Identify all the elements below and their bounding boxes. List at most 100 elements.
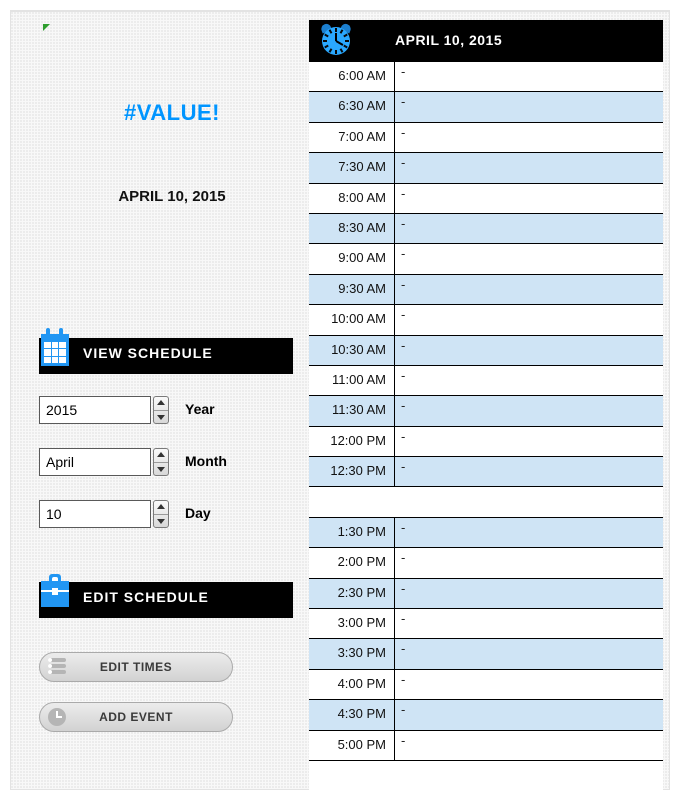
event-cell[interactable]: -	[395, 153, 663, 182]
time-cell: 9:30 AM	[309, 275, 395, 304]
list-icon	[48, 658, 66, 676]
schedule-row[interactable]: 1:30 PM-	[309, 518, 663, 548]
schedule-row[interactable]: 8:00 AM-	[309, 184, 663, 214]
time-cell: 12:30 PM	[309, 457, 395, 486]
schedule-row[interactable]: 6:30 AM-	[309, 92, 663, 122]
schedule-row[interactable]: 2:30 PM-	[309, 579, 663, 609]
day-row: 10 Day	[39, 500, 293, 528]
edit-schedule-label: EDIT SCHEDULE	[83, 589, 209, 605]
schedule-row[interactable]: 4:30 PM-	[309, 700, 663, 730]
event-cell[interactable]: -	[395, 639, 663, 668]
schedule-row[interactable]: 3:30 PM-	[309, 639, 663, 669]
event-cell[interactable]: -	[395, 214, 663, 243]
event-cell[interactable]: -	[395, 457, 663, 486]
event-cell[interactable]: -	[395, 731, 663, 760]
event-cell[interactable]: -	[395, 579, 663, 608]
event-cell[interactable]: -	[395, 366, 663, 395]
schedule-row[interactable]: 9:30 AM-	[309, 275, 663, 305]
schedule-row[interactable]: 8:30 AM-	[309, 214, 663, 244]
time-cell	[309, 487, 395, 516]
schedule-row[interactable]: 7:00 AM-	[309, 123, 663, 153]
time-cell: 3:00 PM	[309, 609, 395, 638]
event-cell[interactable]: -	[395, 427, 663, 456]
calendar-icon	[39, 328, 73, 374]
time-cell: 2:30 PM	[309, 579, 395, 608]
edit-times-label: EDIT TIMES	[100, 660, 172, 674]
schedule-row[interactable]: 6:00 AM-	[309, 62, 663, 92]
alarm-clock-icon	[319, 24, 353, 58]
page: #VALUE! APRIL 10, 2015 VIEW SCHEDULE 201…	[10, 10, 670, 790]
add-event-button[interactable]: ADD EVENT	[39, 702, 233, 732]
schedule-row[interactable]: 3:00 PM-	[309, 609, 663, 639]
month-label: Month	[185, 453, 227, 469]
year-spinner[interactable]	[153, 396, 169, 424]
schedule-row[interactable]: 12:30 PM-	[309, 457, 663, 487]
event-cell[interactable]: -	[395, 609, 663, 638]
schedule-body: 6:00 AM-6:30 AM-7:00 AM-7:30 AM-8:00 AM-…	[309, 62, 663, 761]
time-cell: 10:30 AM	[309, 336, 395, 365]
time-cell: 9:00 AM	[309, 244, 395, 273]
schedule-row[interactable]: 11:00 AM-	[309, 366, 663, 396]
schedule-row[interactable]: 4:00 PM-	[309, 670, 663, 700]
time-cell: 8:30 AM	[309, 214, 395, 243]
event-cell[interactable]: -	[395, 548, 663, 577]
event-cell[interactable]: -	[395, 336, 663, 365]
time-cell: 6:30 AM	[309, 92, 395, 121]
day-input[interactable]: 10	[39, 500, 151, 528]
value-error: #VALUE!	[39, 100, 305, 126]
schedule-row[interactable]: 11:30 AM-	[309, 396, 663, 426]
time-cell: 10:00 AM	[309, 305, 395, 334]
schedule-header: APRIL 10, 2015	[309, 20, 663, 62]
event-cell[interactable]: -	[395, 305, 663, 334]
day-spinner[interactable]	[153, 500, 169, 528]
event-cell[interactable]	[395, 487, 663, 516]
view-schedule-bar[interactable]: VIEW SCHEDULE	[39, 338, 293, 374]
schedule-row[interactable]: 10:00 AM-	[309, 305, 663, 335]
time-cell: 4:30 PM	[309, 700, 395, 729]
time-cell: 11:30 AM	[309, 396, 395, 425]
schedule-row[interactable]: 10:30 AM-	[309, 336, 663, 366]
time-cell: 6:00 AM	[309, 62, 395, 91]
time-cell: 12:00 PM	[309, 427, 395, 456]
year-label: Year	[185, 401, 215, 417]
event-cell[interactable]: -	[395, 184, 663, 213]
clock-small-icon	[48, 708, 66, 726]
time-cell: 8:00 AM	[309, 184, 395, 213]
event-cell[interactable]: -	[395, 92, 663, 121]
time-cell: 5:00 PM	[309, 731, 395, 760]
time-cell: 1:30 PM	[309, 518, 395, 547]
event-cell[interactable]: -	[395, 700, 663, 729]
event-cell[interactable]: -	[395, 518, 663, 547]
month-row: April Month	[39, 448, 293, 476]
schedule-row[interactable]: 7:30 AM-	[309, 153, 663, 183]
edit-times-button[interactable]: EDIT TIMES	[39, 652, 233, 682]
month-input[interactable]: April	[39, 448, 151, 476]
event-cell[interactable]: -	[395, 396, 663, 425]
time-cell: 7:00 AM	[309, 123, 395, 152]
left-panel: #VALUE! APRIL 10, 2015 VIEW SCHEDULE 201…	[39, 20, 305, 790]
event-cell[interactable]: -	[395, 275, 663, 304]
toolbox-icon	[39, 572, 73, 618]
schedule-row[interactable]	[309, 487, 663, 517]
event-cell[interactable]: -	[395, 670, 663, 699]
edit-schedule-bar[interactable]: EDIT SCHEDULE	[39, 582, 293, 618]
month-spinner[interactable]	[153, 448, 169, 476]
add-event-label: ADD EVENT	[99, 710, 173, 724]
year-input[interactable]: 2015	[39, 396, 151, 424]
time-cell: 3:30 PM	[309, 639, 395, 668]
schedule-row[interactable]: 12:00 PM-	[309, 427, 663, 457]
cell-marker-icon	[43, 24, 50, 31]
year-row: 2015 Year	[39, 396, 293, 424]
schedule-panel: APRIL 10, 2015 6:00 AM-6:30 AM-7:00 AM-7…	[309, 20, 663, 792]
event-cell[interactable]: -	[395, 244, 663, 273]
day-label: Day	[185, 505, 211, 521]
event-cell[interactable]: -	[395, 123, 663, 152]
schedule-row[interactable]: 9:00 AM-	[309, 244, 663, 274]
event-cell[interactable]: -	[395, 62, 663, 91]
date-display: APRIL 10, 2015	[39, 188, 305, 205]
time-cell: 11:00 AM	[309, 366, 395, 395]
view-schedule-label: VIEW SCHEDULE	[83, 345, 213, 361]
schedule-row[interactable]: 5:00 PM-	[309, 731, 663, 761]
schedule-title: APRIL 10, 2015	[395, 32, 502, 48]
schedule-row[interactable]: 2:00 PM-	[309, 548, 663, 578]
